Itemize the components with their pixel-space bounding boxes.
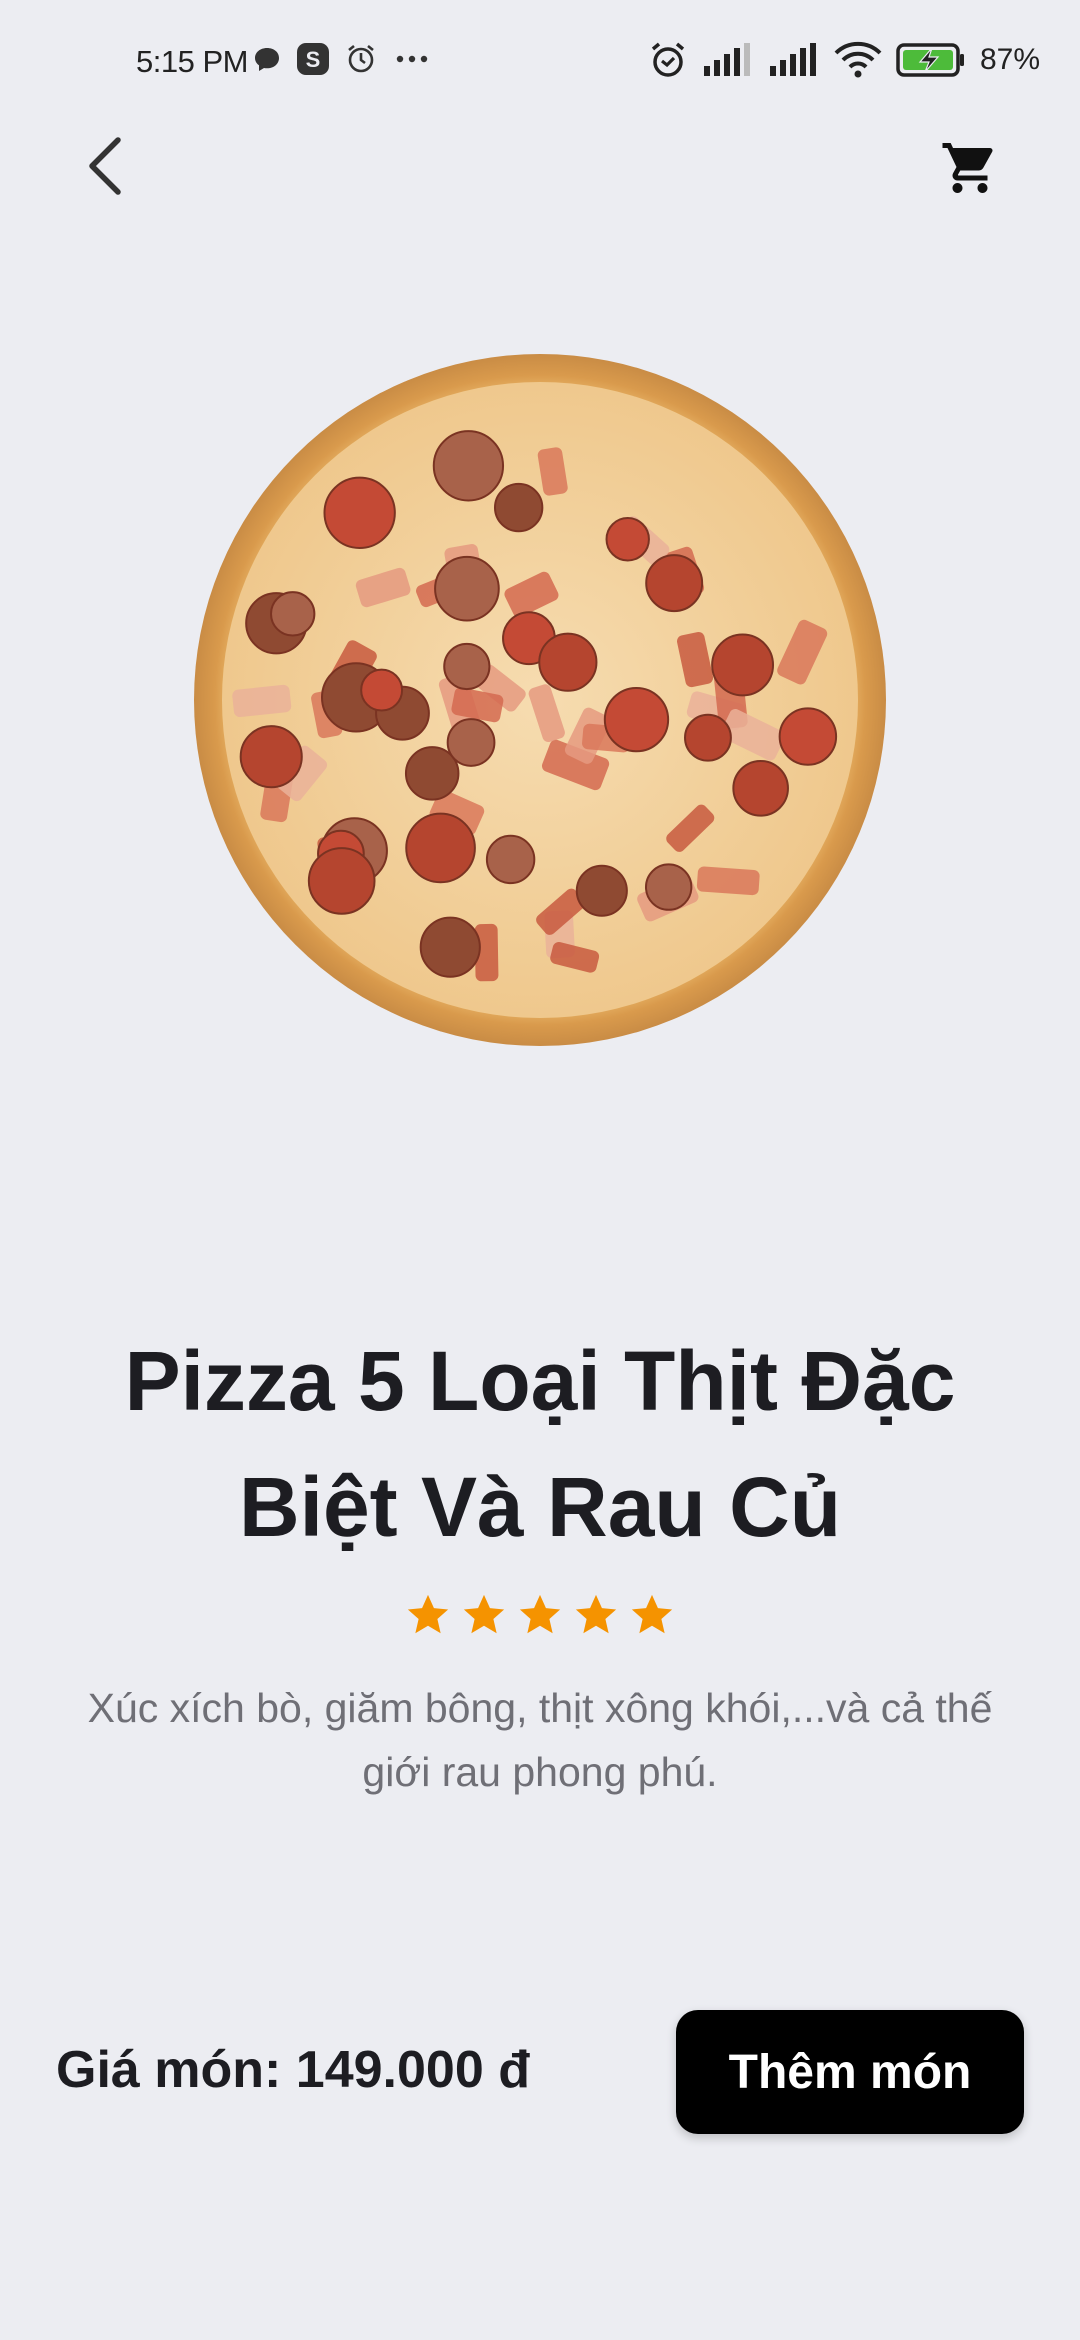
pizza-topping-sausage bbox=[323, 476, 396, 549]
pizza-topping-sausage bbox=[644, 863, 693, 911]
s-app-icon: S bbox=[297, 43, 329, 75]
pizza-topping-sausage bbox=[684, 713, 732, 762]
pizza-topping-sausage bbox=[778, 707, 838, 766]
price-row: Giá món: 149.000 đ bbox=[56, 2040, 530, 2100]
more-dots-icon bbox=[396, 55, 428, 63]
pizza-topping-sausage bbox=[645, 554, 704, 613]
star-icon bbox=[631, 1594, 673, 1634]
cart-button[interactable] bbox=[930, 128, 1010, 208]
pizza-topping-sausage bbox=[575, 864, 628, 917]
pizza-topping-sausage bbox=[446, 718, 496, 767]
status-left-icons: S bbox=[252, 42, 432, 76]
wifi-icon bbox=[834, 41, 882, 78]
battery-charging-icon bbox=[896, 43, 964, 77]
star-icon bbox=[463, 1594, 505, 1634]
back-button[interactable] bbox=[70, 130, 142, 202]
pizza-topping-sausage bbox=[485, 834, 536, 885]
pizza-topping-sausage bbox=[432, 430, 505, 502]
pizza-topping-sausage bbox=[493, 482, 544, 533]
pizza-topping-sausage bbox=[270, 591, 316, 637]
product-image bbox=[192, 352, 888, 1048]
alarm-icon bbox=[348, 44, 374, 73]
add-item-button[interactable]: Thêm món bbox=[676, 2010, 1024, 2134]
pizza-topping-sausage bbox=[605, 517, 650, 562]
pizza-topping-sausage bbox=[239, 725, 303, 789]
chat-bubble-icon bbox=[255, 48, 279, 71]
pizza-topping-sausage bbox=[405, 812, 476, 884]
pizza-topping-sausage bbox=[443, 642, 491, 691]
pizza-illustration bbox=[194, 354, 886, 1046]
product-title: Pizza 5 Loại Thịt Đặc Biệt Và Rau Củ bbox=[124, 1334, 956, 1554]
pizza-topping-sausage bbox=[360, 668, 404, 712]
status-bar: 5:15 PM S 87% bbox=[0, 0, 1080, 124]
signal-icon bbox=[769, 43, 816, 76]
chevron-left-icon bbox=[89, 137, 121, 195]
pizza-topping-sausage bbox=[434, 555, 500, 622]
status-right-icons: 87% bbox=[648, 40, 1040, 80]
rating-stars bbox=[0, 1592, 1080, 1638]
status-time: 5:15 PM bbox=[136, 44, 248, 79]
price-label: Giá món: bbox=[56, 2041, 296, 2099]
pizza-topping-sausage bbox=[711, 633, 775, 697]
star-icon bbox=[519, 1594, 561, 1634]
pizza-topping-sausage bbox=[419, 916, 481, 978]
star-icon bbox=[575, 1594, 617, 1634]
product-description: Xúc xích bò, giăm bông, thịt xông khói,.… bbox=[87, 1685, 993, 1795]
price-value: 149.000 đ bbox=[295, 2041, 530, 2099]
alarm-clock-icon bbox=[651, 42, 685, 77]
pizza-topping-sausage bbox=[603, 686, 670, 753]
battery-percent: 87% bbox=[979, 43, 1040, 76]
shopping-cart-icon bbox=[942, 143, 993, 193]
pizza-topping-bacon bbox=[696, 866, 760, 896]
signal-icon bbox=[703, 43, 750, 76]
pizza-topping-sausage bbox=[732, 760, 789, 817]
pizza-topping-sausage bbox=[307, 847, 376, 915]
star-icon bbox=[407, 1594, 449, 1634]
svg-text:S: S bbox=[306, 47, 321, 72]
pizza-topping-sausage bbox=[538, 632, 598, 692]
